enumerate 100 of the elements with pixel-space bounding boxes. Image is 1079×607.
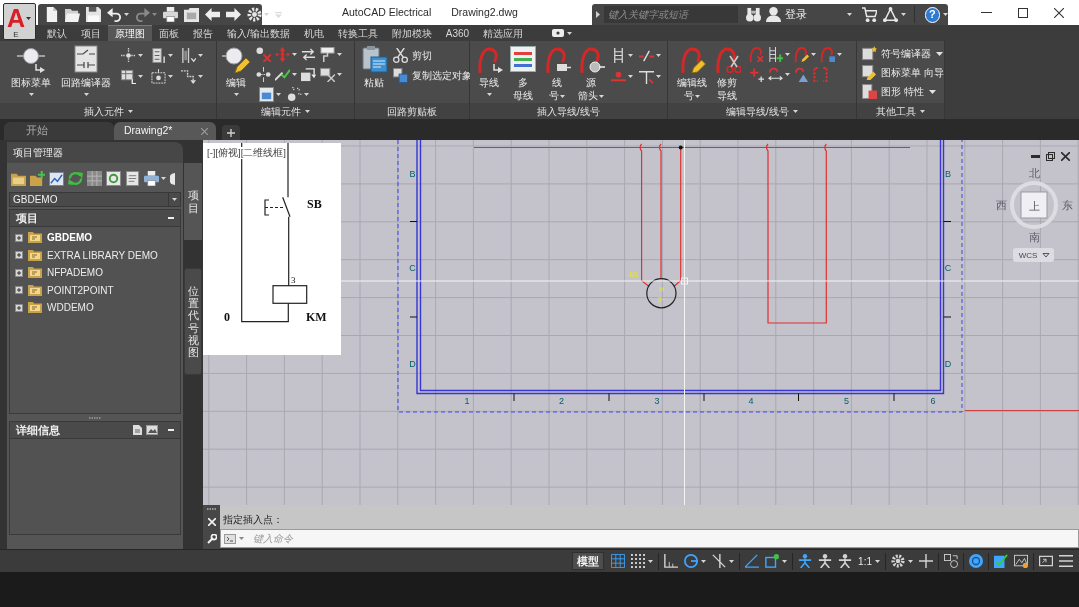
stick-figure-icon[interactable] [818,554,833,568]
viewcube-face-button[interactable]: 上 [1020,191,1048,219]
ribbon-tab[interactable]: 附加模块 [384,25,439,41]
window-pencil-icon[interactable] [862,65,877,80]
plus-icon[interactable] [919,554,933,568]
clipboard-icon[interactable] [360,45,388,73]
plus-box-icon[interactable] [15,268,23,277]
switch-panel-icon[interactable] [72,45,100,73]
document-tab[interactable]: 开始 [4,122,114,140]
crossed-lines-icon[interactable] [712,554,727,568]
ribbon-button[interactable]: 回路编译器 [59,41,113,96]
caret-icon[interactable] [908,559,913,563]
dotted-cross-icon[interactable] [121,47,136,63]
caret-icon[interactable] [1042,253,1050,258]
ribbon-button[interactable]: 剪切 [393,46,472,65]
caret-icon[interactable] [124,13,129,16]
caret-icon[interactable] [628,53,633,57]
side-tab[interactable]: 位置代号视图 [184,268,202,375]
hook-square-icon[interactable] [820,46,835,62]
open-folder-icon[interactable] [65,7,80,22]
ribbon-tab[interactable]: 项目 [74,25,108,41]
printer-icon[interactable] [144,171,159,186]
ladder-icon[interactable] [611,47,626,63]
dashed-box-icon[interactable] [151,68,166,84]
caret-icon[interactable] [900,13,906,16]
graph-window-icon[interactable] [1014,554,1028,568]
caret-icon[interactable] [337,72,342,76]
menu-icon[interactable] [1059,554,1073,568]
maximize-icon[interactable] [1018,7,1028,18]
ribbon-button[interactable]: 图标菜单 [9,41,53,96]
caret-icon[interactable] [837,52,842,56]
caret-icon[interactable] [567,31,573,35]
caret-icon[interactable] [792,109,798,113]
document-tab[interactable]: Drawing2* [114,122,216,140]
wcs-menu-button[interactable]: WCS [1013,248,1054,262]
ribbon-tab[interactable]: 精选应用 [476,25,531,41]
check-square-icon[interactable] [994,554,1008,568]
caret-icon[interactable] [292,72,297,76]
caret-icon[interactable] [701,559,707,563]
caret-icon[interactable] [920,109,925,113]
gear-icon[interactable] [891,554,905,568]
box-cross-icon[interactable] [320,66,335,82]
page-icon[interactable] [133,425,142,435]
hook-circle-arrow-icon[interactable] [577,45,605,73]
caret-icon[interactable] [943,13,948,16]
caret-icon[interactable] [138,74,143,78]
help-button[interactable]: ? [924,6,940,23]
box-arrow-icon[interactable] [301,66,316,82]
fullscreen-icon[interactable] [1039,554,1053,568]
app-menu-button[interactable]: A E [3,3,36,40]
cross-plus-icon[interactable] [749,66,764,82]
binoculars-icon[interactable] [745,7,761,22]
caret-icon[interactable] [928,89,936,94]
window-icon[interactable] [259,86,274,102]
plus-box-icon[interactable] [15,251,23,260]
list-panel-icon[interactable] [151,47,166,63]
caret-icon[interactable] [628,74,633,78]
camera-icon[interactable] [552,29,565,37]
caret-icon[interactable] [168,53,173,57]
plus-box-icon[interactable] [15,303,23,312]
stick-figure-icon[interactable] [838,554,853,568]
dot-cross-icon[interactable] [256,46,271,62]
tabbed-sheet-icon[interactable] [184,7,199,22]
hook-arrow-icon[interactable] [475,45,503,73]
ribbon-tab[interactable]: 机电 [296,25,331,41]
roller-icon[interactable] [320,46,335,62]
arc-arrows-icon[interactable] [768,66,783,82]
caret-icon[interactable] [486,93,492,96]
dots-line-icon[interactable] [256,66,271,82]
new-tab-button[interactable] [222,125,240,140]
circle-radius-icon[interactable] [684,554,699,568]
hook-pencil-icon[interactable] [678,45,706,73]
caret-icon[interactable] [656,74,661,78]
compass-label[interactable]: 南 [1028,231,1040,243]
picture-icon[interactable] [146,425,158,435]
disc-icon[interactable] [969,554,983,568]
caret-icon[interactable] [811,52,816,56]
document-icon[interactable] [125,171,140,186]
ribbon-tab[interactable]: 转换工具 [330,25,385,41]
caret-icon[interactable] [168,74,173,78]
table-arrow-icon[interactable] [121,68,136,84]
ribbon-button[interactable]: 源箭头 [575,41,607,102]
arc-triangle-icon[interactable] [794,66,809,82]
grid-icon[interactable] [611,554,626,568]
caret-icon[interactable] [276,92,281,96]
snap-square-icon[interactable] [765,554,780,568]
rails-icon[interactable] [181,47,196,63]
project-name[interactable]: WDDEMO [47,300,94,316]
ribbon-tab[interactable]: 默认 [40,25,74,41]
project-name[interactable]: NFPADEMO [47,265,103,281]
command-line-field[interactable]: 键入命令 [220,529,1079,548]
caret-icon[interactable] [198,53,203,57]
hook-scissors-icon[interactable] [713,45,741,73]
cart-icon[interactable] [861,7,877,22]
sphere-pencil-icon[interactable] [222,45,250,73]
caret-icon[interactable] [936,51,943,56]
ribbon-tab[interactable]: A360 [438,25,477,41]
sphere-arrow-icon[interactable] [17,45,45,73]
viewport-label[interactable]: [-][俯视][二维线框] [206,147,287,159]
ribbon-button[interactable]: 编辑线号 [675,41,709,102]
